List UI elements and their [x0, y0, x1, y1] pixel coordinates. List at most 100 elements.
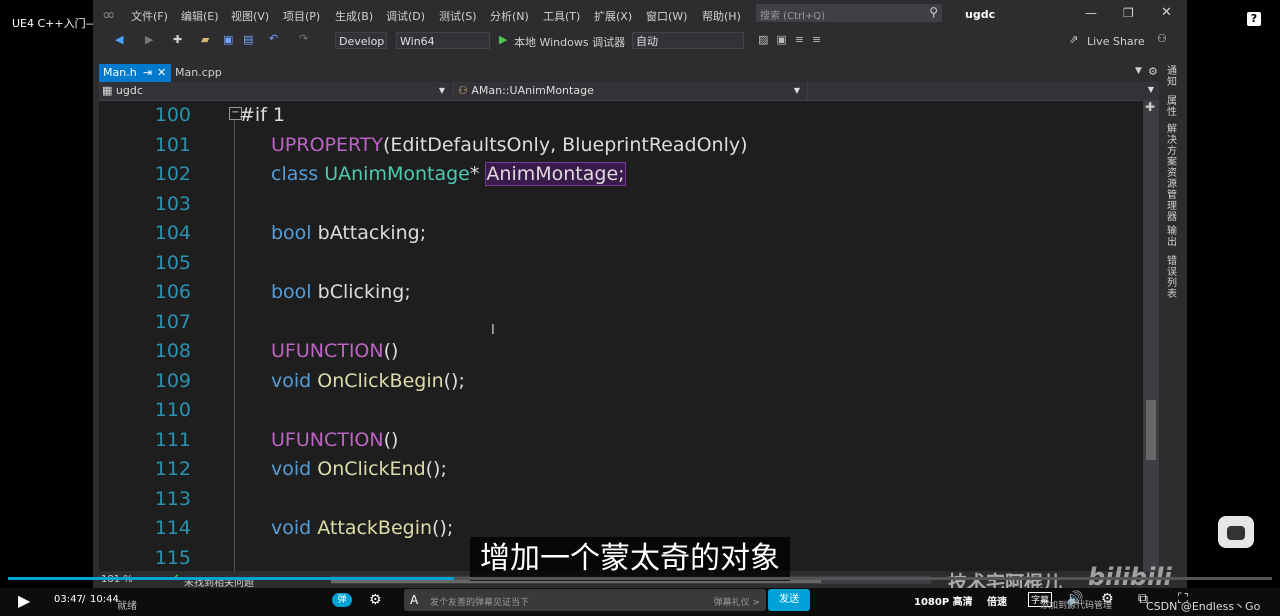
text-style-icon[interactable]: A — [410, 593, 418, 607]
split-icon[interactable]: ✚ — [1145, 100, 1155, 114]
menu-build[interactable]: 生成(B) — [335, 8, 373, 24]
code-editor[interactable]: 100 #if 1 101 UPROPERTY(EditDefaultsOnly, B… — [99, 101, 1151, 571]
help-icon[interactable]: ? — [1247, 12, 1261, 26]
send-button[interactable]: 发送 — [768, 589, 810, 611]
code-line: UFUNCTION() — [271, 340, 398, 362]
keyword-token: bool — [271, 222, 312, 244]
danmaku-placeholder: 发个友善的弹幕见证当下 — [430, 598, 530, 608]
macro-args: () — [383, 340, 399, 362]
toolbar-tools-icons[interactable]: ▨▣≡≡ — [758, 33, 829, 46]
menu-debug[interactable]: 调试(D) — [386, 8, 425, 24]
menu-help[interactable]: 帮助(H) — [702, 8, 741, 24]
project-dropdown[interactable]: ▦ ugdc ▼ — [99, 82, 449, 100]
config-select[interactable]: Develop — [335, 32, 387, 49]
time-separator: / — [82, 594, 86, 605]
tab-close-icon[interactable]: ✕ — [157, 64, 166, 82]
ready-status: 就绪 — [117, 601, 137, 612]
redo-icon[interactable]: ↷ — [299, 32, 308, 45]
code-text: (); — [425, 458, 447, 480]
menu-file[interactable]: 文件(F) — [131, 8, 168, 24]
play-icon[interactable]: ▶ — [499, 33, 507, 46]
macro-token: UPROPERTY — [271, 133, 384, 156]
chevron-down-icon: ▼ — [438, 86, 445, 95]
document-tabs: Man.h ⇥ ✕ Man.cpp ▼ ⚙ — [93, 62, 1187, 82]
speed-button[interactable]: 倍速 — [987, 593, 1007, 608]
code-text: bAttacking; — [311, 222, 427, 244]
video-progress-bar[interactable] — [8, 577, 1272, 580]
platform-select[interactable]: Win64 — [396, 32, 490, 49]
navigation-bar: ▦ ugdc ▼ ⚇ AMan::UAnimMontage ▼ ▼ — [99, 82, 1159, 101]
menu-view[interactable]: 视图(V) — [231, 8, 269, 24]
tab-man-cpp[interactable]: Man.cpp — [175, 64, 222, 82]
line-number: 110 — [154, 399, 191, 421]
macro-token: UFUNCTION — [271, 428, 384, 451]
open-folder-icon[interactable]: ▰ — [201, 33, 209, 46]
menu-test[interactable]: 测试(S) — [439, 8, 477, 24]
search-box[interactable]: 搜索 (Ctrl+Q) ⚲ — [756, 4, 942, 22]
forward-icon[interactable]: ▶ — [145, 33, 153, 46]
menu-window[interactable]: 窗口(W) — [646, 8, 687, 24]
code-line: UPROPERTY(EditDefaultsOnly, BlueprintRea… — [271, 134, 748, 156]
back-icon[interactable]: ◀ — [115, 33, 123, 46]
time-current: 03:47 — [54, 594, 83, 605]
member-dropdown[interactable]: ⚇ AMan::UAnimMontage ▼ — [453, 82, 804, 100]
close-icon[interactable]: ✕ — [1161, 5, 1172, 20]
danmaku-etiquette-link[interactable]: 弹幕礼仪 > — [714, 595, 760, 608]
code-line: class UAnimMontage* AnimMontage; — [271, 162, 626, 186]
save-icon[interactable]: ▣ — [223, 33, 233, 46]
collapse-icon[interactable]: − — [229, 107, 242, 120]
settings-icon[interactable]: ⚙ — [1148, 65, 1158, 78]
side-tab-properties[interactable]: 属性 — [1167, 96, 1179, 118]
code-line: void OnClickEnd(); — [271, 458, 447, 480]
danmaku-toggle-icon[interactable]: 弹 — [332, 593, 352, 607]
code-text: bClicking; — [311, 281, 411, 303]
danmaku-settings-icon[interactable]: ⚙ — [369, 592, 382, 608]
macro-args: (EditDefaultsOnly, BlueprintReadOnly) — [383, 133, 748, 156]
line-number: 109 — [154, 369, 191, 392]
quality-button[interactable]: 1080P 高清 — [914, 593, 973, 608]
code-line: #if 1 — [239, 104, 285, 126]
function-token: OnClickEnd — [311, 458, 426, 480]
line-number: 100 — [154, 104, 191, 126]
side-tab-output[interactable]: 输出 — [1167, 226, 1179, 248]
line-number: 107 — [154, 310, 191, 333]
side-tab-notifications[interactable]: 通知 — [1167, 66, 1179, 88]
menu-edit[interactable]: 编辑(E) — [181, 8, 219, 24]
keyword-token: void — [271, 369, 312, 392]
vs-logo-icon: ∞ — [102, 5, 116, 24]
add-source-control[interactable]: 添加到源代码管理 — [1040, 598, 1112, 611]
vertical-scrollbar[interactable]: ✚ — [1143, 100, 1159, 572]
line-number: 113 — [154, 487, 191, 510]
undo-icon[interactable]: ↶ — [269, 32, 278, 45]
play-icon[interactable]: ▶ — [18, 591, 30, 610]
side-tab-solution-explorer[interactable]: 解决方案资源管理器 — [1167, 124, 1179, 223]
side-tab-error-list[interactable]: 错误列表 — [1167, 256, 1179, 300]
float-avatar-icon[interactable] — [1218, 516, 1254, 548]
indent-guide — [234, 120, 235, 571]
debugger-button[interactable]: 本地 Windows 调试器 — [514, 34, 625, 50]
pin-icon[interactable]: ⇥ — [143, 64, 152, 82]
menu-extensions[interactable]: 扩展(X) — [594, 8, 632, 24]
danmaku-input[interactable]: A 发个友善的弹幕见证当下 弹幕礼仪 > — [404, 589, 766, 611]
live-share-icon[interactable]: ⇗ — [1069, 33, 1078, 46]
menu-tools[interactable]: 工具(T) — [543, 8, 580, 24]
tab-dropdown-icon[interactable]: ▼ — [1135, 66, 1142, 76]
live-share-button[interactable]: Live Share — [1087, 35, 1145, 48]
feedback-icon[interactable]: ⚇ — [1157, 32, 1167, 45]
menu-project[interactable]: 项目(P) — [283, 8, 320, 24]
restore-icon[interactable]: ❐ — [1123, 6, 1134, 20]
scroll-thumb[interactable] — [1146, 400, 1156, 460]
solution-name: ugdc — [965, 8, 996, 21]
save-all-icon[interactable]: ▤ — [243, 33, 253, 46]
preprocessor-directive: #if 1 — [239, 104, 286, 126]
menu-analyze[interactable]: 分析(N) — [490, 8, 529, 24]
auto-select[interactable]: 自动 — [632, 32, 744, 49]
new-project-icon[interactable]: ✚ — [173, 33, 182, 46]
keyword-token: class — [271, 163, 319, 185]
line-number: 103 — [154, 192, 191, 215]
code-line: void OnClickBegin(); — [271, 370, 465, 392]
tab-man-h[interactable]: Man.h ⇥ ✕ — [99, 64, 171, 82]
minimize-icon[interactable]: — — [1085, 6, 1097, 20]
third-dropdown[interactable]: ▼ — [807, 82, 1158, 100]
time-total: 10:44 — [90, 594, 119, 605]
